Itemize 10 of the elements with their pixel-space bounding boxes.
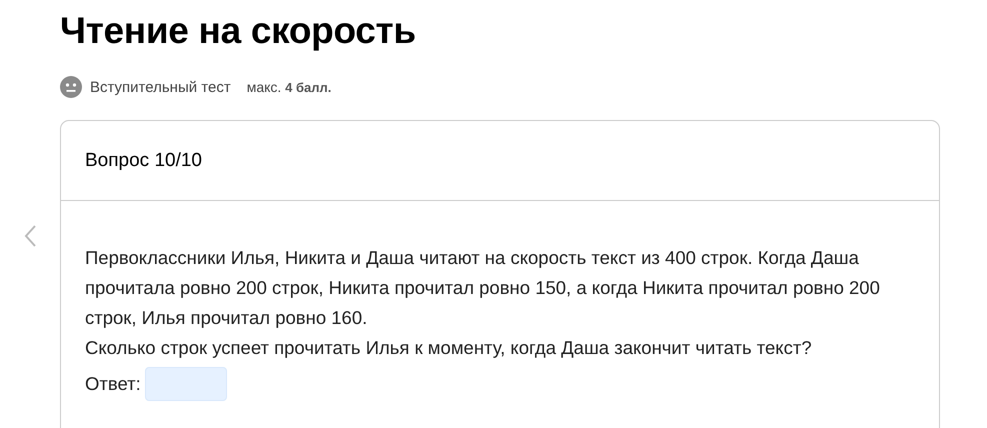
page-title: Чтение на скорость <box>59 9 417 53</box>
answer-label: Ответ: <box>85 373 141 395</box>
question-text: Первоклассники Илья, Никита и Даша читают на скорость текст из 400 строк. Когда Даша прочитала ровно 200 строк, Никита прочитал ровно 150, а когда Никита прочитал ровно 200 строк, Илья прочитал ровно 160. <box>85 246 881 330</box>
question-text: Сколько строк успеет прочитать Илья к моменту, когда Даша закончит читать текст? <box>85 336 813 360</box>
max-score: макс. 4 балл. <box>246 79 332 95</box>
chevron-left-icon <box>23 224 37 248</box>
test-type-label: Вступительный тест <box>90 78 231 96</box>
answer-field[interactable] <box>144 367 227 401</box>
neutral-face-icon <box>60 76 82 98</box>
question-number: Вопрос 10/10 <box>85 150 202 172</box>
